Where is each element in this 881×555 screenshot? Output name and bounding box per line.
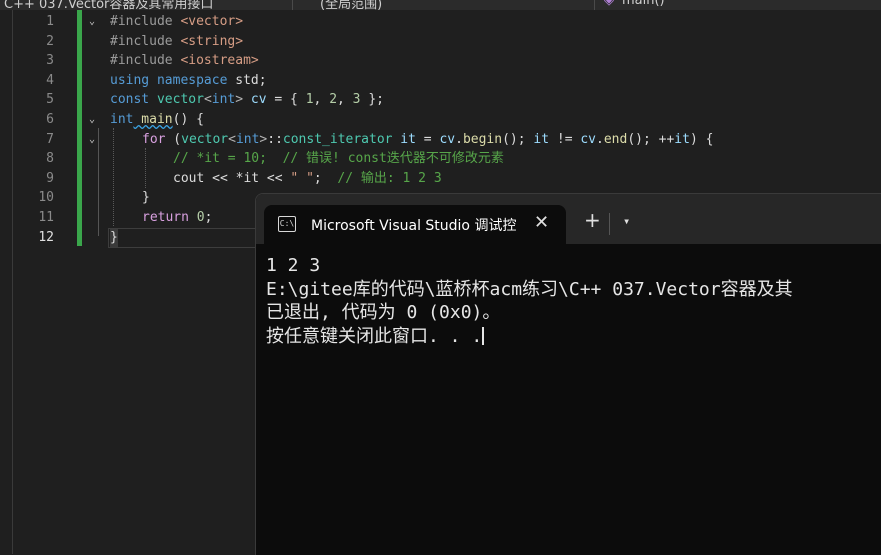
collapse-icon[interactable]: ⌄: [86, 110, 98, 130]
add-tab-icon[interactable]: +: [584, 210, 601, 230]
code-text: cout << *it << " "; // 输出: 1 2 3: [173, 170, 442, 186]
code-line: 3 #include <iostream>: [0, 51, 881, 71]
editor-navigation-bar: C++ 037.Vector容器及其常用接口 (全局范围) ◈ main(): [0, 0, 881, 10]
code-line: 4 using namespace std;: [0, 71, 881, 91]
code-text: using namespace std;: [110, 72, 267, 88]
code-line: 9 cout << *it << " "; // 输出: 1 2 3: [0, 169, 881, 189]
code-comment: // *it = 10; // 错误! const迭代器不可修改元素: [173, 151, 504, 167]
console-output[interactable]: 1 2 3 E:\gitee库的代码\蓝桥杯acm练习\C++ 037.Vecto…: [266, 254, 793, 348]
current-line-highlight: [108, 227, 259, 248]
code-line: 6 ⌄ int main() {: [0, 110, 881, 130]
scope-dropdown[interactable]: (全局范围): [320, 0, 382, 10]
code-text: #include <vector>: [110, 14, 244, 29]
line-number: 11: [38, 210, 54, 225]
member-icon: ◈: [604, 0, 614, 8]
console-window[interactable]: C:\ Microsoft Visual Studio 调试控 ✕ + ▾ 1 …: [255, 193, 881, 555]
line-number: 12: [38, 229, 54, 245]
chevron-down-icon[interactable]: ▾: [623, 214, 630, 228]
console-tab-bar: C:\ Microsoft Visual Studio 调试控 ✕ + ▾: [256, 194, 881, 244]
line-number: 3: [46, 53, 54, 69]
code-text: return 0;: [142, 210, 213, 225]
code-line: 2 #include <string>: [0, 32, 881, 52]
member-dropdown[interactable]: main(): [622, 0, 665, 8]
code-line: 7 ⌄ for (vector<int>::const_iterator it …: [0, 130, 881, 150]
code-text: #include <iostream>: [110, 53, 259, 69]
console-tab-title: Microsoft Visual Studio 调试控: [311, 218, 517, 234]
console-icon: C:\: [278, 216, 296, 232]
line-number: 1: [46, 14, 54, 29]
code-text: #include <string>: [110, 33, 244, 49]
line-number: 7: [46, 131, 54, 147]
project-dropdown[interactable]: C++ 037.Vector容器及其常用接口: [4, 0, 213, 10]
code-line: 5 const vector<int> cv = { 1, 2, 3 };: [0, 90, 881, 110]
code-text: const vector<int> cv = { 1, 2, 3 };: [110, 92, 384, 108]
line-number: 5: [46, 92, 54, 108]
divider: [594, 0, 595, 10]
line-number: 10: [38, 190, 54, 206]
code-line: 8 // *it = 10; // 错误! const迭代器不可修改元素: [0, 149, 881, 169]
collapse-icon[interactable]: ⌄: [86, 12, 98, 32]
line-number: 2: [46, 33, 54, 49]
text-cursor: [482, 326, 485, 345]
code-line: 1 ⌄ #include <vector>: [0, 12, 881, 32]
output-line: 已退出, 代码为 0 (0x0)。: [266, 302, 501, 323]
line-number: 8: [46, 151, 54, 167]
close-icon[interactable]: ✕: [534, 212, 549, 233]
line-number: 6: [46, 112, 54, 127]
divider: [292, 0, 293, 10]
output-line: E:\gitee库的代码\蓝桥杯acm练习\C++ 037.Vector容器及其: [266, 278, 793, 300]
code-text: }: [142, 190, 150, 206]
divider: [609, 213, 610, 235]
output-line: 1 2 3: [266, 255, 321, 276]
line-number: 9: [46, 170, 54, 186]
output-line: 按任意键关闭此窗口. . .: [266, 325, 485, 347]
collapse-icon[interactable]: ⌄: [86, 130, 98, 150]
code-text: int main() {: [110, 112, 204, 127]
line-number: 4: [46, 72, 54, 88]
code-text: for (vector<int>::const_iterator it = cv…: [142, 131, 714, 147]
console-tab[interactable]: C:\ Microsoft Visual Studio 调试控 ✕: [264, 205, 566, 244]
